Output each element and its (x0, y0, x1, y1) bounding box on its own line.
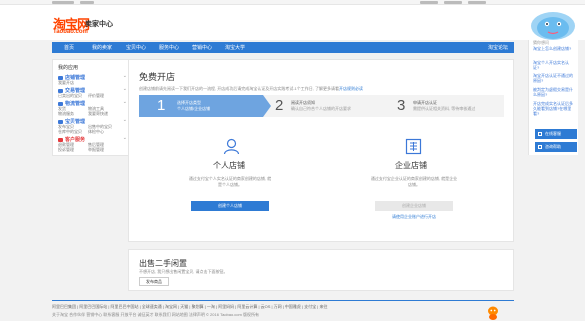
section-title: 免费开店 (139, 72, 176, 82)
personal-shop-title: 个人店铺 (213, 161, 245, 170)
online-service-button[interactable]: 在线客服 (535, 129, 577, 139)
chevron-down-icon[interactable]: ⌄ (123, 86, 127, 92)
personal-shop-desc: 通过支付宝个人实名认证的商家创建的店铺, 就是个人店铺。 (188, 176, 272, 187)
sell-secondhand-panel: 出售二手闲置 不想开店, 我只想出售闲置宝贝, 请点击下面按钮。 发布商品 (128, 249, 514, 291)
nav-item-my-seller[interactable]: 我的卖家 (92, 44, 112, 51)
chevron-down-icon[interactable]: ⌄ (123, 135, 127, 141)
sidebar-link-row[interactable]: 仓库中的宝贝 体检中心 (58, 129, 130, 134)
sidebar-section-trade: 交易管理 ⌄ 已卖出的宝贝 评价管理 (58, 86, 130, 98)
nav-item-home[interactable]: 首页 (64, 44, 74, 51)
footer-site-links[interactable]: 关于淘宝 合作伙伴 营销中心 联系客服 开放平台 诚征英才 联系我们 网站地图 … (52, 312, 482, 318)
help-icon (538, 145, 542, 149)
sidebar-section-customer: 客户服务 ⌄ 退款管理 售后管理 投诉管理 举报管理 (58, 135, 130, 152)
nav-forum-link[interactable]: 淘宝论坛 (488, 44, 508, 51)
sidebar-section-items: 宝贝管理 ⌄ 发布宝贝 出售中的宝贝 仓库中的宝贝 体检中心 (58, 117, 130, 134)
enterprise-shop-desc: 通过支付宝企业认证的商家创建的店铺, 就是企业店铺。 (370, 176, 458, 187)
top-link[interactable] (468, 1, 486, 4)
help-question-link[interactable]: 淘宝上怎么创建店铺? (533, 46, 575, 51)
sidebar: 我的应用 店铺管理 ⌄ 我要开店 交易管理 ⌄ 已卖出的宝贝 评价管理 物流管理 … (52, 59, 133, 156)
create-personal-shop-button[interactable]: 创建个人店铺 (191, 201, 269, 211)
sidebar-link-row[interactable]: 我要开店 (58, 80, 130, 85)
sidebar-link-row[interactable]: 物流服务 我要寄快递 (58, 111, 130, 116)
help-consult-button[interactable]: 咨询帮助 (535, 142, 577, 152)
nav-item-service[interactable]: 服务中心 (159, 44, 179, 51)
building-icon (405, 138, 422, 155)
top-link[interactable] (444, 1, 462, 4)
main-nav: 首页 我的卖家 宝贝中心 服务中心 营销中心 淘宝大学 淘宝论坛 (52, 42, 514, 53)
step-number: 3 (397, 97, 406, 114)
chat-icon (538, 132, 542, 136)
footer-divider (52, 300, 514, 301)
enterprise-account-link[interactable]: 请使用企业账户进行开店 (375, 214, 453, 220)
helper-mascot-icon (531, 12, 575, 40)
footer-group-links[interactable]: 阿里巴巴集团 | 阿里巴巴国际站 | 阿里巴巴中国站 | 全球速卖通 | 淘宝网… (52, 304, 482, 310)
page: 淘宝网 Taobao.com 卖家中心 首页 我的卖家 宝贝中心 服务中心 营销… (0, 0, 585, 321)
chevron-down-icon[interactable]: ⌄ (123, 117, 127, 123)
nav-item-marketing[interactable]: 营销中心 (192, 44, 212, 51)
top-link[interactable] (420, 1, 438, 4)
step-progress: 1 选择开店类型 个人店铺/企业店铺 2 阅读开店须知 确认自己符合个人店铺的开… (139, 95, 504, 117)
secondhand-desc: 不想开店, 我只想出售闲置宝贝, 请点击下面按钮。 (139, 269, 228, 274)
sidebar-title: 我的应用 (58, 65, 79, 71)
taobao-logo-en: Taobao.com (53, 29, 88, 35)
sidebar-section-logistics: 物流管理 ⌄ 发货 物流工具 物流服务 我要寄快递 (58, 99, 130, 116)
top-link[interactable] (52, 1, 74, 4)
help-question-link[interactable]: 淘宝开店认证不通过的原因? (533, 73, 575, 83)
sidebar-link-row[interactable]: 已卖出的宝贝 评价管理 (58, 93, 130, 98)
help-question-link[interactable]: 开店完成实名认证后多久能看到店铺?在哪里看? (533, 101, 575, 116)
step-number: 1 (157, 97, 166, 114)
help-question-link[interactable]: 淘宝个人开店实名认证? (533, 60, 575, 70)
person-icon (223, 138, 240, 155)
create-enterprise-shop-button[interactable]: 创建企业店铺 (375, 201, 453, 211)
publish-item-button[interactable]: 发布商品 (139, 277, 169, 286)
step-subtitle: 个人店铺/企业店铺 (177, 106, 211, 111)
enterprise-shop-title: 企业店铺 (395, 161, 427, 170)
step-subtitle: 需提供认证相关资料, 等待审核通过 (413, 106, 476, 111)
chevron-down-icon[interactable]: ⌄ (123, 73, 127, 79)
help-question-link[interactable]: 被判定为虚假交易是什么原因? (533, 87, 575, 97)
section-description: 创建店铺前请先阅读一下我们开店的一流程, 开店成功后请完成淘宝认证及开店实践考试… (139, 86, 363, 91)
nav-item-items[interactable]: 宝贝中心 (126, 44, 146, 51)
rules-link[interactable]: 开店规则必读 (339, 86, 363, 91)
page-title: 卖家中心 (85, 21, 113, 28)
chevron-down-icon[interactable]: ⌄ (123, 99, 127, 105)
step-number: 2 (275, 97, 284, 114)
header: 淘宝网 Taobao.com 卖家中心 (0, 5, 585, 40)
top-link[interactable] (80, 1, 94, 4)
secondhand-title: 出售二手闲置 (139, 259, 187, 268)
step-arrow (263, 95, 271, 117)
open-shop-panel: 免费开店 创建店铺前请先阅读一下我们开店的一流程, 开店成功后请完成淘宝认证及开… (128, 59, 514, 242)
sidebar-section-shop: 店铺管理 ⌄ 我要开店 (58, 73, 130, 85)
sidebar-link-row[interactable]: 投诉管理 举报管理 (58, 147, 130, 152)
taobao-mascot-icon (488, 306, 498, 320)
step-subtitle: 确认自己符合个人店铺的开店要求 (291, 106, 351, 111)
nav-item-university[interactable]: 淘宝大学 (225, 44, 245, 51)
